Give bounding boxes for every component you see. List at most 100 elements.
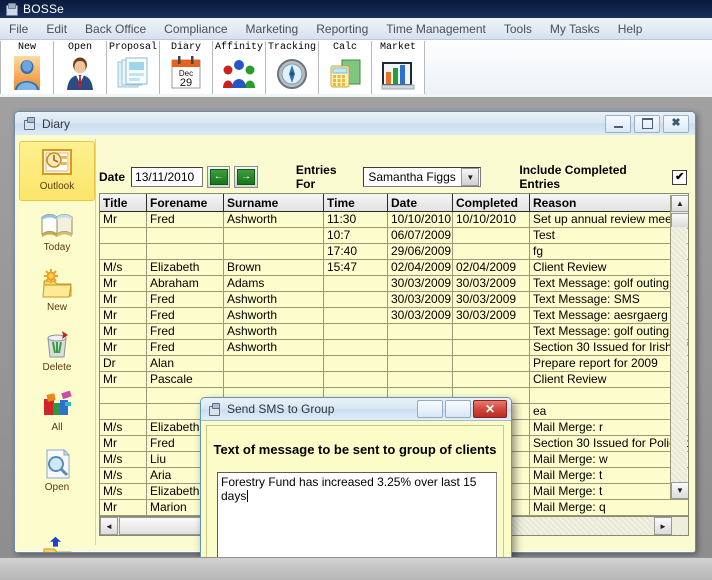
- table-cell[interactable]: [452, 323, 530, 340]
- table-row[interactable]: Mr Pascale Client Review: [100, 371, 688, 388]
- table-cell[interactable]: 30/03/2009: [387, 291, 453, 308]
- menu-item-reporting[interactable]: Reporting: [307, 20, 377, 38]
- table-cell[interactable]: Ashworth: [223, 307, 324, 324]
- menu-item-edit[interactable]: Edit: [37, 20, 76, 38]
- toolbar-button-affinity[interactable]: Affinity: [213, 41, 266, 94]
- sidebar-item-new[interactable]: New: [19, 263, 95, 321]
- table-cell[interactable]: Section 30 Issued for Irish Life A: [529, 339, 688, 356]
- toolbar-button-proposal[interactable]: Proposal: [107, 41, 160, 94]
- maximize-icon[interactable]: [634, 114, 660, 133]
- table-cell[interactable]: 29/06/2009: [387, 243, 453, 260]
- table-cell[interactable]: fg: [529, 243, 688, 260]
- table-row[interactable]: Mr Fred Ashworth 30/03/2009 30/03/2009 Text M…: [100, 307, 688, 324]
- table-row[interactable]: Mr Fred Ashworth 11:30 10/10/2010 10/10/2010 S…: [100, 211, 688, 228]
- table-cell[interactable]: Mr: [100, 323, 147, 340]
- table-cell[interactable]: [452, 355, 530, 372]
- sms-message-textarea[interactable]: Forestry Fund has increased 3.25% over l…: [217, 472, 497, 561]
- column-header-completed[interactable]: Completed: [452, 194, 530, 212]
- table-cell[interactable]: Abraham: [146, 275, 224, 292]
- table-cell[interactable]: [387, 339, 453, 356]
- scroll-left-button[interactable]: ◄: [100, 517, 118, 535]
- table-cell[interactable]: Adams: [223, 275, 324, 292]
- table-cell[interactable]: Text Message: SMS: [529, 291, 688, 308]
- table-cell[interactable]: Ashworth: [223, 323, 324, 340]
- table-cell[interactable]: Mr: [100, 291, 147, 308]
- table-cell[interactable]: Ashworth: [223, 291, 324, 308]
- prev-day-button[interactable]: ←: [207, 166, 231, 188]
- table-cell[interactable]: Mr: [100, 339, 147, 356]
- menu-item-help[interactable]: Help: [609, 20, 652, 38]
- table-cell[interactable]: M/s: [100, 419, 147, 436]
- table-cell[interactable]: Mr: [100, 307, 147, 324]
- table-cell[interactable]: ea: [529, 403, 688, 420]
- sidebar-item-today[interactable]: Today: [19, 203, 95, 261]
- table-cell[interactable]: [452, 371, 530, 388]
- table-row[interactable]: Dr Alan Prepare report for 2009: [100, 355, 688, 372]
- minimize-icon[interactable]: [605, 114, 631, 133]
- scroll-up-button[interactable]: ▲: [671, 195, 688, 212]
- table-cell[interactable]: 30/03/2009: [452, 275, 530, 292]
- vertical-scroll-track[interactable]: [671, 227, 687, 482]
- table-cell[interactable]: [146, 243, 224, 260]
- table-cell[interactable]: Section 30 Issued for Policy qw: [529, 435, 688, 452]
- scroll-down-button[interactable]: ▼: [671, 482, 688, 499]
- table-cell[interactable]: 30/03/2009: [452, 307, 530, 324]
- table-cell[interactable]: Fred: [146, 291, 224, 308]
- toolbar-button-diary[interactable]: Diary Dec 29: [160, 41, 213, 94]
- table-row[interactable]: 10:7 06/07/2009 Test: [100, 227, 688, 244]
- table-cell[interactable]: Fred: [146, 339, 224, 356]
- table-row[interactable]: Mr Abraham Adams 30/03/2009 30/03/2009 Text M…: [100, 275, 688, 292]
- table-cell[interactable]: [223, 243, 324, 260]
- table-cell[interactable]: [323, 291, 388, 308]
- table-cell[interactable]: Ashworth: [223, 211, 324, 228]
- column-header-time[interactable]: Time: [323, 194, 388, 212]
- table-cell[interactable]: Fred: [146, 323, 224, 340]
- table-cell[interactable]: Mail Merge: r: [529, 419, 688, 436]
- table-cell[interactable]: 11:30: [323, 211, 388, 228]
- grid-vertical-scrollbar[interactable]: ▲ ▼: [670, 195, 688, 499]
- entries-for-select[interactable]: Samantha Figgs ▼: [363, 167, 482, 187]
- date-input[interactable]: 13/11/2010: [131, 167, 204, 187]
- table-cell[interactable]: Elizabeth: [146, 259, 224, 276]
- table-cell[interactable]: Mail Merge: w: [529, 451, 688, 468]
- table-cell[interactable]: 30/03/2009: [387, 275, 453, 292]
- chevron-down-icon[interactable]: ▼: [461, 168, 480, 186]
- table-cell[interactable]: [323, 275, 388, 292]
- table-cell[interactable]: Mail Merge: t: [529, 467, 688, 484]
- table-cell[interactable]: 30/03/2009: [387, 307, 453, 324]
- table-cell[interactable]: [452, 243, 530, 260]
- table-cell[interactable]: Mr: [100, 275, 147, 292]
- menu-item-time-management[interactable]: Time Management: [377, 20, 495, 38]
- table-cell[interactable]: [323, 339, 388, 356]
- toolbar-button-open[interactable]: Open: [54, 41, 107, 94]
- table-cell[interactable]: Text Message: golf outing.: [529, 275, 688, 292]
- table-cell[interactable]: Alan: [146, 355, 224, 372]
- sidebar-item-delete[interactable]: Delete: [19, 323, 95, 381]
- toolbar-button-market[interactable]: Market: [372, 41, 425, 94]
- table-cell[interactable]: [100, 387, 147, 404]
- table-cell[interactable]: [100, 403, 147, 420]
- table-cell[interactable]: [323, 323, 388, 340]
- table-cell[interactable]: [223, 355, 324, 372]
- table-cell[interactable]: [223, 227, 324, 244]
- table-cell[interactable]: 02/04/2009: [387, 259, 453, 276]
- table-row[interactable]: 17:40 29/06/2009 fg: [100, 243, 688, 260]
- sidebar-item-open[interactable]: Open: [19, 443, 95, 501]
- table-cell[interactable]: Set up annual review meeting: [529, 211, 688, 228]
- table-cell[interactable]: M/s: [100, 483, 147, 500]
- table-cell[interactable]: 06/07/2009: [387, 227, 453, 244]
- table-cell[interactable]: Text Message: golf outing.: [529, 323, 688, 340]
- table-cell[interactable]: M/s: [100, 451, 147, 468]
- menu-item-tools[interactable]: Tools: [495, 20, 541, 38]
- menu-item-back-office[interactable]: Back Office: [76, 20, 155, 38]
- table-cell[interactable]: Mr: [100, 371, 147, 388]
- table-cell[interactable]: Prepare report for 2009: [529, 355, 688, 372]
- menu-item-marketing[interactable]: Marketing: [237, 20, 308, 38]
- table-cell[interactable]: [100, 227, 147, 244]
- table-cell[interactable]: [452, 227, 530, 244]
- table-cell[interactable]: [387, 323, 453, 340]
- table-cell[interactable]: Ashworth: [223, 339, 324, 356]
- scroll-right-button[interactable]: ►: [654, 517, 672, 535]
- table-cell[interactable]: [100, 243, 147, 260]
- table-cell[interactable]: Test: [529, 227, 688, 244]
